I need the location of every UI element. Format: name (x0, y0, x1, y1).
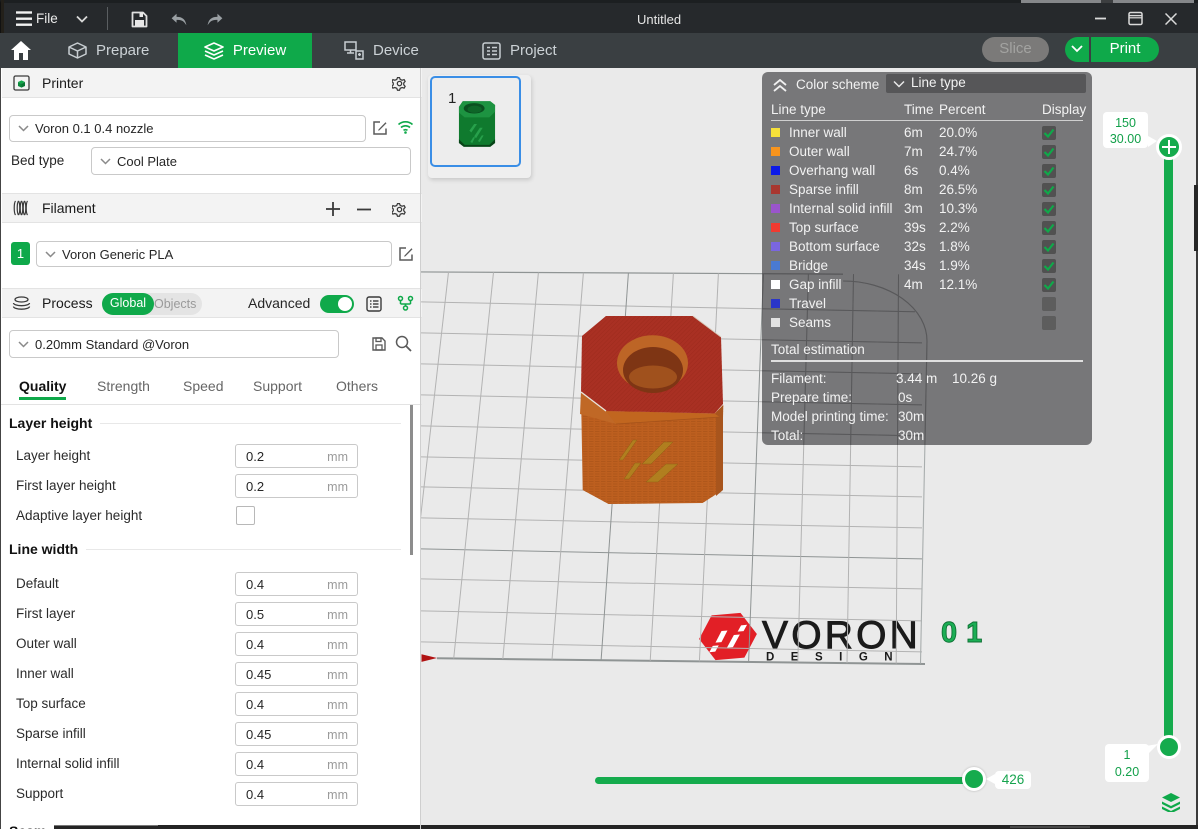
svg-text:01: 01 (941, 617, 991, 649)
